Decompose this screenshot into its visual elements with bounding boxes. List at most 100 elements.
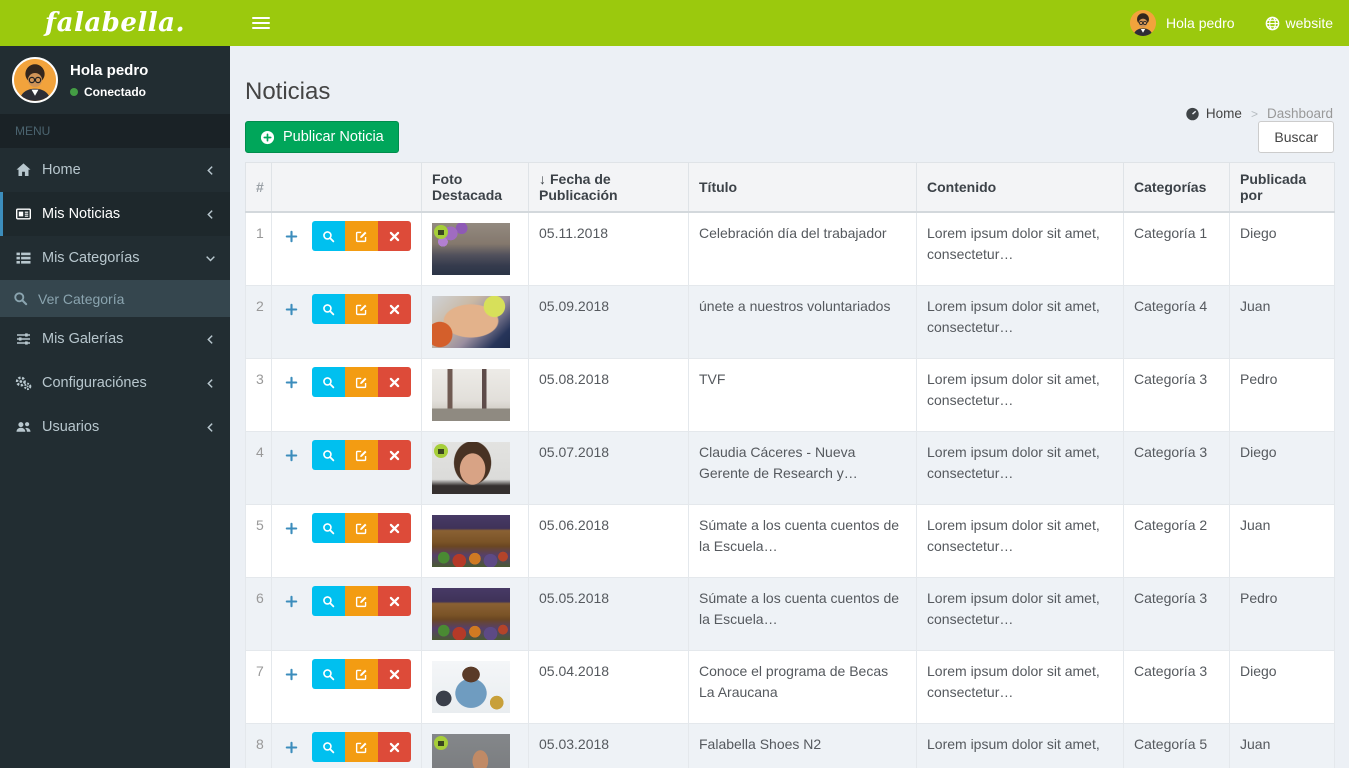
search-icon [322, 449, 335, 462]
sidebar-item-mis-galerias[interactable]: Mis Galerías [0, 317, 230, 361]
row-actions-cell [272, 505, 422, 578]
search-icon [322, 230, 335, 243]
x-icon [388, 668, 401, 681]
search-icon [322, 595, 335, 608]
breadcrumb: Home > Dashboard [1185, 106, 1333, 121]
table-header-row: #Foto Destacada↓Fecha de PublicaciónTítu… [246, 163, 1335, 213]
edit-button[interactable] [345, 659, 378, 689]
search-icon [13, 291, 28, 306]
plus-icon [285, 668, 298, 681]
news-title: Celebración día del trabajador [689, 212, 917, 286]
table-row: 105.11.2018Celebración día del trabajado… [246, 212, 1335, 286]
row-number: 6 [246, 578, 272, 651]
edit-button[interactable] [345, 367, 378, 397]
news-author: Pedro [1230, 359, 1335, 432]
news-content: Lorem ipsum dolor sit amet, consectetur… [917, 505, 1124, 578]
row-action-group [312, 294, 411, 324]
sidebar-toggle-button[interactable] [244, 7, 278, 39]
delete-button[interactable] [378, 440, 411, 470]
users-icon [15, 419, 32, 435]
sidebar-item-usuarios[interactable]: Usuarios [0, 405, 230, 449]
row-expand-button[interactable] [278, 294, 304, 324]
edit-button[interactable] [345, 513, 378, 543]
view-button[interactable] [312, 732, 345, 762]
news-photo [432, 369, 510, 421]
delete-button[interactable] [378, 367, 411, 397]
edit-button[interactable] [345, 294, 378, 324]
delete-button[interactable] [378, 221, 411, 251]
search-icon [322, 522, 335, 535]
plus-icon [285, 376, 298, 389]
delete-button[interactable] [378, 294, 411, 324]
row-actions [278, 732, 417, 762]
photo-cell [422, 578, 529, 651]
search-icon [322, 376, 335, 389]
sidebar-item-mis-categorias[interactable]: Mis Categorías [0, 236, 230, 280]
col-contenido[interactable]: Contenido [917, 163, 1124, 213]
row-expand-button[interactable] [278, 513, 304, 543]
th-list-icon [15, 250, 32, 266]
view-button[interactable] [312, 367, 345, 397]
view-button[interactable] [312, 440, 345, 470]
main-content: Home > Dashboard Noticias Publicar Notic… [230, 78, 1349, 768]
row-action-group [312, 440, 411, 470]
col-titulo[interactable]: Título [689, 163, 917, 213]
publish-news-button[interactable]: Publicar Noticia [245, 121, 399, 153]
news-author: Pedro [1230, 578, 1335, 651]
view-button[interactable] [312, 294, 345, 324]
sidebar-item-mis-noticias[interactable]: Mis Noticias [0, 192, 230, 236]
edit-button[interactable] [345, 440, 378, 470]
row-actions-cell [272, 212, 422, 286]
news-photo [432, 442, 510, 494]
breadcrumb-current: Dashboard [1267, 106, 1333, 121]
news-photo [432, 296, 510, 348]
edit-button[interactable] [345, 732, 378, 762]
news-author: Juan [1230, 286, 1335, 359]
view-button[interactable] [312, 513, 345, 543]
news-title: Súmate a los cuenta cuentos de la Escuel… [689, 578, 917, 651]
col-actions [272, 163, 422, 213]
news-photo [432, 734, 510, 768]
delete-button[interactable] [378, 586, 411, 616]
col-fecha[interactable]: ↓Fecha de Publicación [529, 163, 689, 213]
app-logo[interactable]: falabella. [0, 0, 230, 46]
edit-button[interactable] [345, 221, 378, 251]
pencil-square-icon [355, 376, 368, 389]
publish-date: 05.04.2018 [529, 651, 689, 724]
view-button[interactable] [312, 221, 345, 251]
col-categorias[interactable]: Categorías [1124, 163, 1230, 213]
row-actions [278, 367, 417, 397]
pencil-square-icon [355, 522, 368, 535]
sidebar-item-home[interactable]: Home [0, 148, 230, 192]
sidebar-item-configuraciones[interactable]: Configuraciónes [0, 361, 230, 405]
col-publicada-por[interactable]: Publicada por [1230, 163, 1335, 213]
publish-date: 05.08.2018 [529, 359, 689, 432]
row-expand-button[interactable] [278, 367, 304, 397]
watermark-badge-icon [434, 444, 448, 458]
photo-cell [422, 286, 529, 359]
sidebar-subitem-ver-categoria[interactable]: Ver Categoría [0, 280, 230, 317]
edit-button[interactable] [345, 586, 378, 616]
publish-date: 05.07.2018 [529, 432, 689, 505]
x-icon [388, 376, 401, 389]
row-action-group [312, 732, 411, 762]
delete-button[interactable] [378, 732, 411, 762]
row-expand-button[interactable] [278, 659, 304, 689]
row-expand-button[interactable] [278, 221, 304, 251]
breadcrumb-home[interactable]: Home [1185, 106, 1242, 121]
row-expand-button[interactable] [278, 440, 304, 470]
breadcrumb-home-label: Home [1206, 106, 1242, 121]
row-expand-button[interactable] [278, 732, 304, 762]
search-button[interactable]: Buscar [1258, 121, 1334, 153]
col-foto[interactable]: Foto Destacada [422, 163, 529, 213]
row-expand-button[interactable] [278, 586, 304, 616]
delete-button[interactable] [378, 659, 411, 689]
delete-button[interactable] [378, 513, 411, 543]
news-author: Juan [1230, 724, 1335, 768]
row-number: 4 [246, 432, 272, 505]
home-icon [15, 162, 32, 178]
view-button[interactable] [312, 586, 345, 616]
website-link[interactable]: website [1265, 15, 1333, 31]
topbar-user-menu[interactable]: Hola pedro [1130, 10, 1235, 36]
view-button[interactable] [312, 659, 345, 689]
